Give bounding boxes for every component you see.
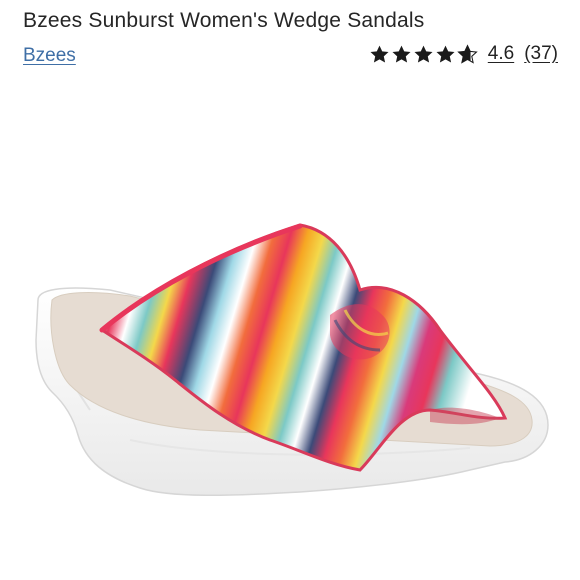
- product-page: Bzees Sunburst Women's Wedge Sandals Bze…: [0, 0, 580, 580]
- star-full-icon: [413, 44, 434, 65]
- star-full-icon: [435, 44, 456, 65]
- rating-value[interactable]: 4.6: [488, 43, 514, 65]
- review-count-link[interactable]: (37): [524, 43, 558, 65]
- sandal-illustration: [35, 223, 549, 497]
- product-title: Bzees Sunburst Women's Wedge Sandals: [23, 9, 425, 32]
- brand-link[interactable]: Bzees: [23, 45, 76, 67]
- product-image: [0, 80, 580, 580]
- star-rating: [369, 43, 478, 65]
- star-full-icon: [391, 44, 412, 65]
- rating-summary[interactable]: 4.6 (37): [369, 43, 558, 65]
- star-full-icon: [369, 44, 390, 65]
- star-partial-icon: [457, 43, 478, 65]
